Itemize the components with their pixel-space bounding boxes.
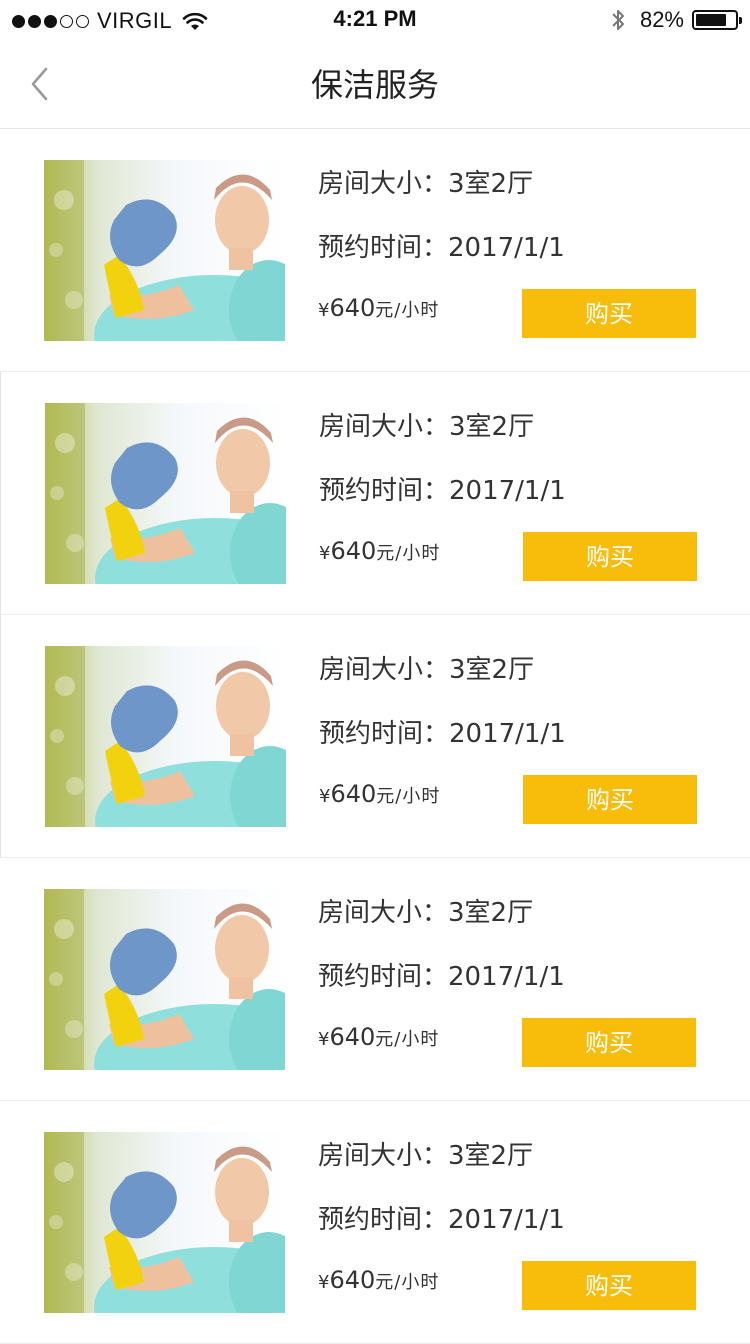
status-right: 82%	[610, 6, 742, 34]
cleaning-photo	[44, 160, 285, 341]
cleaning-photo	[45, 403, 286, 584]
battery-icon	[692, 10, 742, 30]
buy-button[interactable]: 购买	[522, 1018, 696, 1067]
battery-percent: 82%	[639, 7, 684, 32]
price-amount: 640	[330, 780, 377, 808]
price: ¥640元/小时	[319, 780, 440, 808]
buy-button[interactable]: 购买	[523, 532, 697, 581]
navigation-bar: 保洁服务	[0, 40, 750, 129]
price: ¥640元/小时	[318, 294, 439, 322]
cleaning-photo	[44, 889, 285, 1070]
service-list-item: 房间大小：3室2厅 预约时间：2017/1/1 ¥640元/小时 购买	[0, 372, 750, 615]
appointment-time: 预约时间：2017/1/1	[318, 962, 565, 992]
service-list-item: 房间大小：3室2厅 预约时间：2017/1/1 ¥640元/小时 购买	[0, 615, 750, 858]
appointment-time: 预约时间：2017/1/1	[319, 719, 566, 749]
price-unit: 元/小时	[376, 543, 441, 564]
room-size: 房间大小：3室2厅	[318, 898, 534, 928]
appointment-time: 预约时间：2017/1/1	[319, 476, 566, 506]
page-title: 保洁服务	[310, 66, 439, 104]
service-list-item: 房间大小：3室2厅 预约时间：2017/1/1 ¥640元/小时 购买	[0, 129, 750, 372]
price-currency: ¥	[318, 1029, 330, 1050]
service-list-item: 房间大小：3室2厅 预约时间：2017/1/1 ¥640元/小时 购买	[0, 1101, 750, 1344]
buy-button[interactable]: 购买	[522, 289, 696, 338]
cleaning-photo	[44, 1132, 285, 1313]
buy-button[interactable]: 购买	[523, 775, 697, 824]
price-amount: 640	[329, 294, 376, 322]
price-currency: ¥	[319, 786, 331, 807]
room-size: 房间大小：3室2厅	[319, 655, 535, 685]
price-amount: 640	[330, 537, 377, 565]
price-unit: 元/小时	[375, 1272, 440, 1293]
bluetooth-icon	[612, 10, 624, 30]
appointment-time: 预约时间：2017/1/1	[318, 1205, 565, 1235]
room-size: 房间大小：3室2厅	[319, 412, 535, 442]
cleaning-photo	[45, 646, 286, 827]
price: ¥640元/小时	[318, 1266, 439, 1294]
room-size: 房间大小：3室2厅	[318, 169, 534, 199]
price-amount: 640	[329, 1023, 376, 1051]
price-currency: ¥	[318, 1272, 330, 1293]
price: ¥640元/小时	[319, 537, 440, 565]
price: ¥640元/小时	[318, 1023, 439, 1051]
price-amount: 640	[329, 1266, 376, 1294]
price-unit: 元/小时	[375, 1029, 440, 1050]
room-size: 房间大小：3室2厅	[318, 1141, 534, 1171]
service-list: 房间大小：3室2厅 预约时间：2017/1/1 ¥640元/小时 购买 房间大小…	[0, 129, 750, 1344]
service-list-item: 房间大小：3室2厅 预约时间：2017/1/1 ¥640元/小时 购买	[0, 858, 750, 1101]
price-unit: 元/小时	[375, 300, 440, 321]
appointment-time: 预约时间：2017/1/1	[318, 233, 565, 263]
price-currency: ¥	[319, 543, 331, 564]
price-unit: 元/小时	[376, 786, 441, 807]
status-bar: VIRGIL 4:21 PM 82%	[0, 0, 750, 40]
buy-button[interactable]: 购买	[522, 1261, 696, 1310]
price-currency: ¥	[318, 300, 330, 321]
